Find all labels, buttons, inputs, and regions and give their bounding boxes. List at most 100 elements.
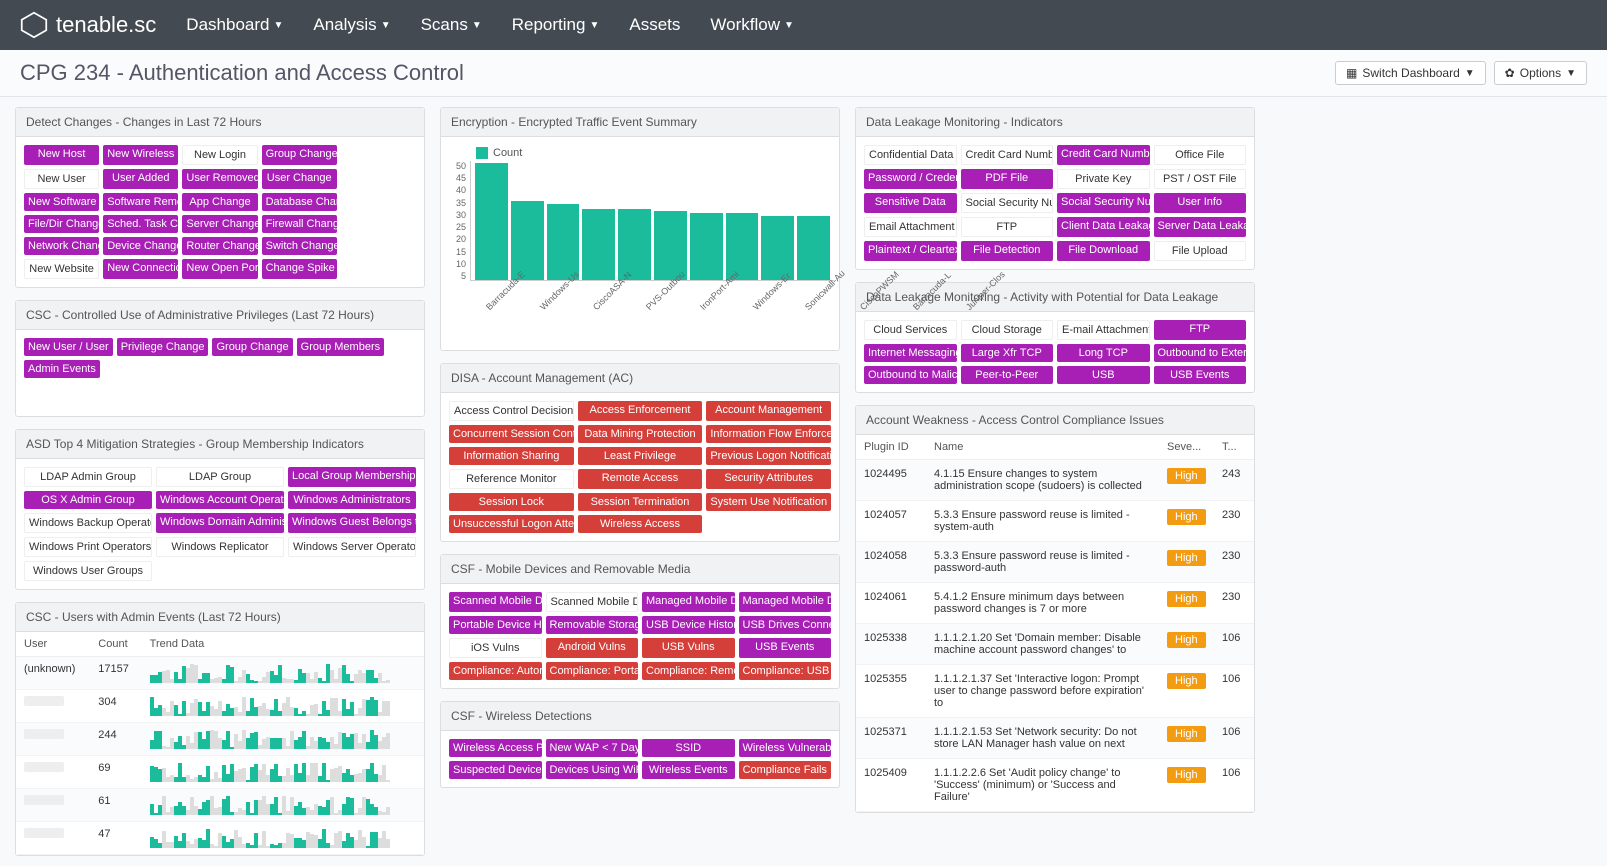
indicator-tag[interactable]: Privilege Change [117, 338, 209, 356]
indicator-tag[interactable]: Compliance: Autorun [449, 662, 542, 680]
indicator-tag[interactable]: Windows Replicator [156, 537, 284, 557]
table-row[interactable]: 10253381.1.1.2.1.20 Set 'Domain member: … [856, 624, 1254, 665]
indicator-tag[interactable]: Sched. Task Change [103, 215, 178, 233]
nav-item-reporting[interactable]: Reporting ▼ [512, 15, 600, 35]
indicator-tag[interactable]: System Use Notification [706, 493, 831, 511]
indicator-tag[interactable]: Data Mining Protection [578, 425, 703, 443]
indicator-tag[interactable]: SSID [642, 739, 735, 757]
indicator-tag[interactable]: Credit Card Number [961, 145, 1054, 165]
table-row[interactable]: 61 [16, 789, 424, 822]
indicator-tag[interactable]: Wireless Events [642, 761, 735, 779]
indicator-tag[interactable]: New Login [182, 145, 257, 165]
indicator-tag[interactable]: Outbound to External [1154, 344, 1247, 362]
indicator-tag[interactable]: New Website [24, 259, 99, 279]
indicator-tag[interactable]: Windows Administrators [288, 491, 416, 509]
indicator-tag[interactable]: Compliance Fails [739, 761, 832, 779]
indicator-tag[interactable]: Scanned Mobile Devices [449, 592, 542, 612]
chart-bar[interactable] [761, 216, 794, 280]
chart-bar[interactable] [797, 216, 830, 280]
chart-bar[interactable] [654, 211, 687, 280]
indicator-tag[interactable]: Router Change [182, 237, 257, 255]
options-button[interactable]: ✿ Options ▼ [1494, 61, 1587, 85]
indicator-tag[interactable]: New Open Port [182, 259, 257, 279]
table-row[interactable]: (unknown)17157 [16, 657, 424, 690]
indicator-tag[interactable]: User Added [103, 169, 178, 189]
indicator-tag[interactable]: Outbound to Malicious [864, 366, 957, 384]
indicator-tag[interactable]: Peer-to-Peer [961, 366, 1054, 384]
indicator-tag[interactable]: Group Change [262, 145, 337, 165]
switch-dashboard-button[interactable]: ▦ Switch Dashboard ▼ [1335, 61, 1486, 85]
indicator-tag[interactable]: Windows Backup Operators [24, 513, 152, 533]
indicator-tag[interactable]: New Connection [103, 259, 178, 279]
indicator-tag[interactable]: Account Management [706, 401, 831, 421]
indicator-tag[interactable]: Office File [1154, 145, 1247, 165]
indicator-tag[interactable]: Database Change [262, 193, 337, 211]
indicator-tag[interactable]: Plaintext / Cleartext [864, 241, 957, 261]
chart-bar[interactable] [475, 163, 508, 280]
indicator-tag[interactable]: Previous Logon Notification [706, 447, 831, 465]
indicator-tag[interactable]: Switch Change [262, 237, 337, 255]
indicator-tag[interactable]: USB Drives Connected [739, 616, 832, 634]
indicator-tag[interactable]: User Change [262, 169, 337, 189]
indicator-tag[interactable]: Credit Card Number [1057, 145, 1150, 165]
indicator-tag[interactable]: Server Change [182, 215, 257, 233]
nav-item-assets[interactable]: Assets [629, 15, 680, 35]
indicator-tag[interactable]: PST / OST File [1154, 169, 1247, 189]
indicator-tag[interactable]: Internet Messaging [864, 344, 957, 362]
indicator-tag[interactable]: FTP [1154, 320, 1247, 340]
indicator-tag[interactable]: Windows Server Operators [288, 537, 416, 557]
indicator-tag[interactable]: Security Attributes [706, 469, 831, 489]
indicator-tag[interactable]: New Software [24, 193, 99, 211]
indicator-tag[interactable]: Remote Access [578, 469, 703, 489]
indicator-tag[interactable]: Compliance: Removable [642, 662, 735, 680]
indicator-tag[interactable]: App Change [182, 193, 257, 211]
indicator-tag[interactable]: Client Data Leakage [1057, 217, 1150, 237]
indicator-tag[interactable]: Windows Guest Belongs to a [288, 513, 416, 533]
indicator-tag[interactable]: Concurrent Session Control [449, 425, 574, 443]
indicator-tag[interactable]: USB [1057, 366, 1150, 384]
chart-bar[interactable] [511, 201, 544, 280]
indicator-tag[interactable]: USB Events [739, 638, 832, 658]
indicator-tag[interactable]: Admin Events [24, 360, 100, 378]
indicator-tag[interactable]: File Download [1057, 241, 1150, 261]
indicator-tag[interactable]: Removable Storage [546, 616, 639, 634]
table-row[interactable]: 10240575.3.3 Ensure password reuse is li… [856, 501, 1254, 542]
indicator-tag[interactable]: Devices Using WiFi [546, 761, 639, 779]
indicator-tag[interactable]: New Host [24, 145, 99, 165]
indicator-tag[interactable]: New WAP < 7 Days [546, 739, 639, 757]
indicator-tag[interactable]: LDAP Admin Group [24, 467, 152, 487]
indicator-tag[interactable]: Information Sharing [449, 447, 574, 465]
indicator-tag[interactable]: User Info [1154, 193, 1247, 213]
indicator-tag[interactable]: Managed Mobile Devices [739, 592, 832, 612]
indicator-tag[interactable]: Unsuccessful Logon Attempts [449, 515, 574, 533]
indicator-tag[interactable]: Session Termination [578, 493, 703, 511]
indicator-tag[interactable]: Social Security Number [1057, 193, 1150, 213]
indicator-tag[interactable]: Scanned Mobile Devices [546, 592, 639, 612]
table-row[interactable]: 10253711.1.1.2.1.53 Set 'Network securit… [856, 718, 1254, 759]
indicator-tag[interactable]: Confidential Data [864, 145, 957, 165]
indicator-tag[interactable]: Social Security Number [961, 193, 1054, 213]
indicator-tag[interactable]: Long TCP [1057, 344, 1150, 362]
indicator-tag[interactable]: Windows Domain Administrators [156, 513, 284, 533]
table-row[interactable]: 10254091.1.1.2.2.6 Set 'Audit policy cha… [856, 759, 1254, 812]
indicator-tag[interactable]: User Removed [182, 169, 257, 189]
indicator-tag[interactable]: PDF File [961, 169, 1054, 189]
indicator-tag[interactable]: FTP [961, 217, 1054, 237]
indicator-tag[interactable]: Android Vulns [546, 638, 639, 658]
table-row[interactable]: 47 [16, 822, 424, 855]
indicator-tag[interactable]: File Detection [961, 241, 1054, 261]
nav-item-scans[interactable]: Scans ▼ [421, 15, 482, 35]
indicator-tag[interactable]: File/Dir Change [24, 215, 99, 233]
indicator-tag[interactable]: Wireless Access Points [449, 739, 542, 757]
nav-item-workflow[interactable]: Workflow ▼ [710, 15, 794, 35]
indicator-tag[interactable]: LDAP Group [156, 467, 284, 487]
indicator-tag[interactable]: Wireless Access [578, 515, 703, 533]
indicator-tag[interactable]: USB Device History [642, 616, 735, 634]
chart-bar[interactable] [618, 209, 651, 280]
chart-bar[interactable] [690, 213, 723, 280]
indicator-tag[interactable]: Firewall Change [262, 215, 337, 233]
indicator-tag[interactable]: USB Vulns [642, 638, 735, 658]
indicator-tag[interactable]: Windows User Groups [24, 561, 152, 581]
indicator-tag[interactable]: Password / Credentials [864, 169, 957, 189]
table-row[interactable]: 244 [16, 723, 424, 756]
